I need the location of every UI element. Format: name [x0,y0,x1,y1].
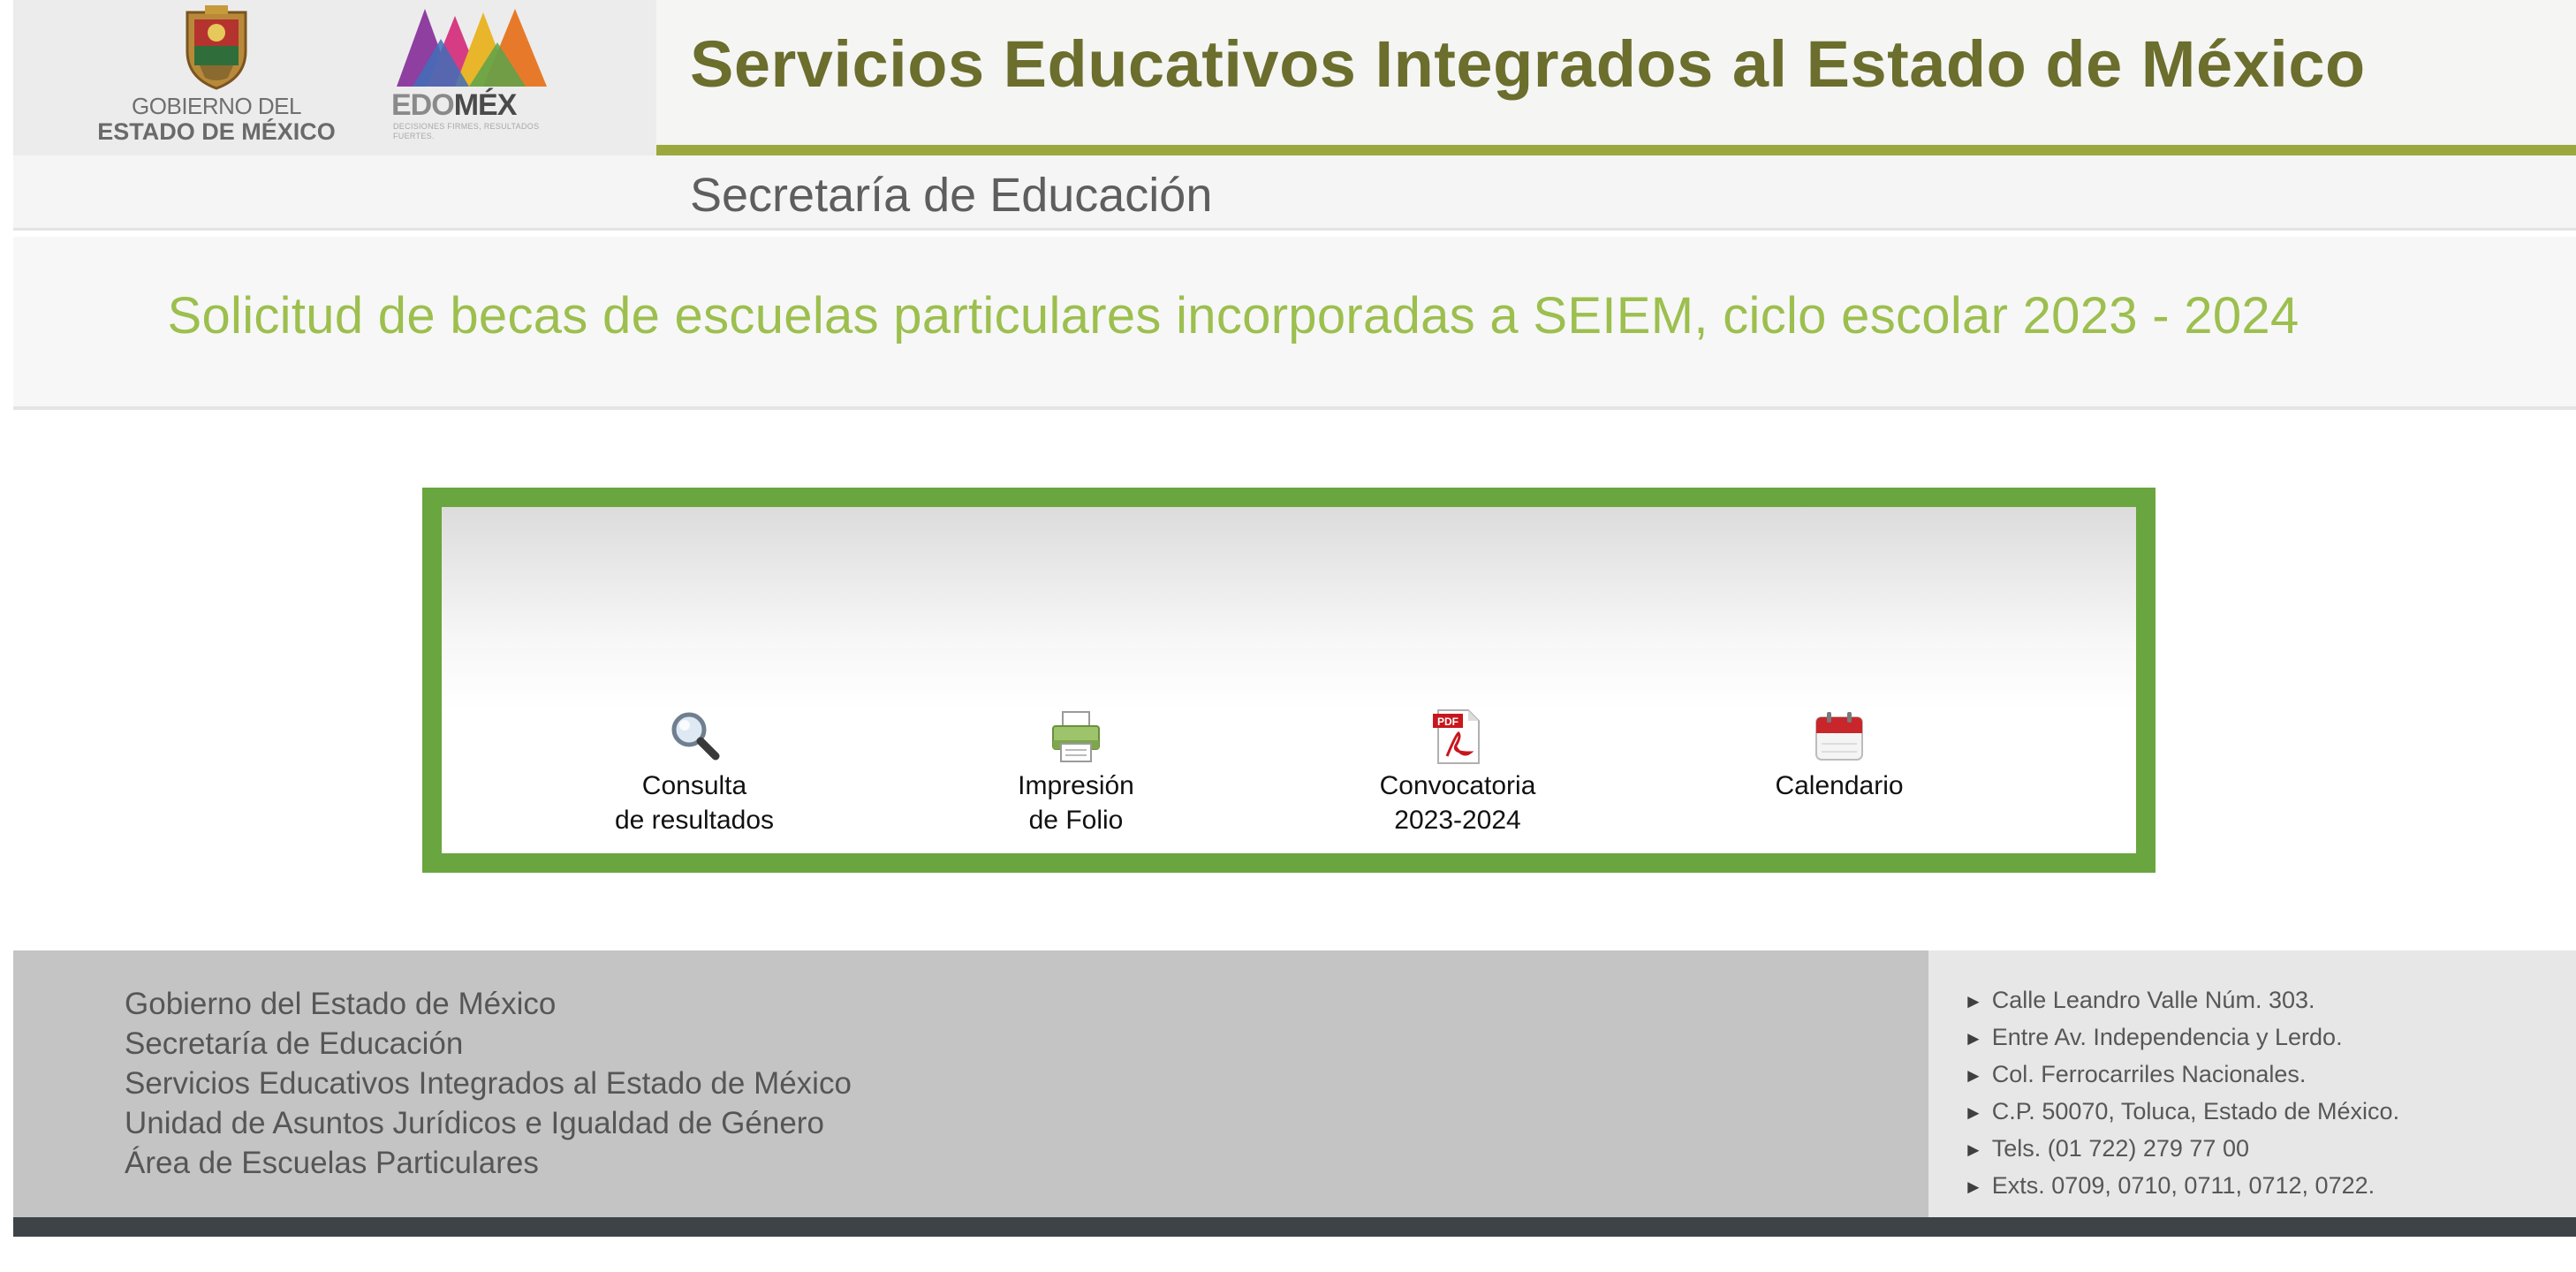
footer-address-list: ► Calle Leandro Valle Núm. 303. ► Entre Av… [1964,982,2399,1205]
arrow-right-icon: ► [1964,1176,1983,1198]
calendario-link[interactable]: Calendario [1707,708,1972,803]
banner: Solicitud de becas de escuelas particula… [13,237,2576,410]
arrow-right-icon: ► [1964,990,1983,1012]
gov-logo-line1: GOBIERNO DEL [132,93,301,119]
address-line: ► Entre Av. Independencia y Lerdo. [1964,1019,2399,1056]
gov-logo-line2: ESTADO DE MÉXICO [97,118,336,145]
address-text: Tels. (01 722) 279 77 00 [1991,1135,2249,1162]
menu-item-label: Impresión de Folio [1018,771,1134,835]
title-area: Servicios Educativos Integrados al Estad… [656,0,2576,155]
edomex-edo-text: EDO [391,88,455,122]
address-text: C.P. 50070, Toluca, Estado de México. [1991,1098,2400,1124]
impresion-folio-link[interactable]: Impresión de Folio [943,708,1208,837]
calendar-icon [1815,712,1863,761]
banner-title: Solicitud de becas de escuelas particula… [167,287,2299,344]
page-title: Servicios Educativos Integrados al Estad… [690,27,2366,101]
address-text: Exts. 0709, 0710, 0711, 0712, 0722. [1991,1172,2375,1199]
page-subtitle: Secretaría de Educación [690,169,1213,222]
edomex-mountains-icon [397,9,547,87]
consulta-resultados-link[interactable]: Consulta de resultados [562,708,827,837]
address-line: ► Calle Leandro Valle Núm. 303. [1964,982,2399,1019]
address-line: ► Tels. (01 722) 279 77 00 [1964,1131,2399,1168]
menu-item-label: Calendario [1775,771,1904,800]
pdf-icon: PDF [1433,709,1480,764]
address-text: Col. Ferrocarriles Nacionales. [1991,1061,2307,1087]
subtitle-bar: Secretaría de Educación [13,155,2576,231]
gobierno-estado-mexico-logo[interactable]: GOBIERNO DEL ESTADO DE MÉXICO [75,5,358,147]
svg-text:PDF: PDF [1437,716,1458,728]
coat-of-arms-icon [186,5,247,90]
site-header: GOBIERNO DEL ESTADO DE MÉXICO EDOMÉX DEC… [13,0,2576,231]
footer-bottom-bar [13,1217,2576,1237]
footer-address: ► Calle Leandro Valle Núm. 303. ► Entre Av… [1928,950,2576,1217]
logo-panel: GOBIERNO DEL ESTADO DE MÉXICO EDOMÉX DEC… [13,0,656,164]
address-text: Calle Leandro Valle Núm. 303. [1991,987,2315,1013]
arrow-right-icon: ► [1964,1027,1983,1049]
arrow-right-icon: ► [1964,1064,1983,1086]
arrow-right-icon: ► [1964,1102,1983,1124]
menu-item-label: Consulta de resultados [614,771,775,835]
footer-org-line: Área de Escuelas Particulares [125,1146,539,1180]
address-text: Entre Av. Independencia y Lerdo. [1991,1024,2343,1050]
address-line: ► Col. Ferrocarriles Nacionales. [1964,1056,2399,1094]
edomex-logo[interactable]: EDOMÉX DECISIONES FIRMES, RESULTADOS FUE… [391,4,550,152]
convocatoria-link[interactable]: PDF Convocatoria 2023-2024 [1325,708,1590,837]
menu-box: Consulta de resultados Impresión de Foli… [422,488,2156,873]
edomex-mex-text: MÉX [453,88,518,122]
address-line: ► C.P. 50070, Toluca, Estado de México. [1964,1094,2399,1131]
footer-org-line: Servicios Educativos Integrados al Estad… [125,1066,852,1101]
menu-item-label: Convocatoria 2023-2024 [1379,771,1536,835]
arrow-right-icon: ► [1964,1139,1983,1161]
edomex-tagline: DECISIONES FIRMES, RESULTADOS FUERTES. [393,122,540,140]
footer-org-line: Gobierno del Estado de México [125,987,557,1021]
footer-org-list: Gobierno del Estado de México Secretaría… [125,984,852,1183]
printer-icon [1052,711,1100,762]
footer-organization: Gobierno del Estado de México Secretaría… [13,950,1928,1217]
magnifier-icon [671,712,720,761]
edomex-wordmark: EDOMÉX [391,88,550,123]
footer-org-line: Secretaría de Educación [125,1026,464,1061]
address-line: ► Exts. 0709, 0710, 0711, 0712, 0722. [1964,1168,2399,1205]
footer-org-line: Unidad de Asuntos Jurídicos e Igualdad d… [125,1106,824,1140]
